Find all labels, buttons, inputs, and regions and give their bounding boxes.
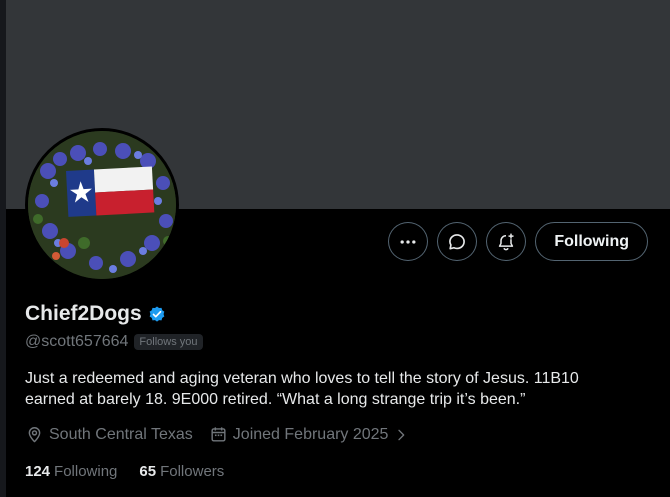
joined-item[interactable]: Joined February 2025 [209, 425, 410, 444]
profile-avatar[interactable] [25, 128, 179, 282]
following-count: 124 [25, 463, 51, 480]
profile-meta-row: South Central Texas Joined February 2025 [25, 425, 409, 444]
location-pin-icon [28, 427, 41, 443]
following-label: Following [54, 463, 118, 480]
profile-action-row: Following [388, 222, 648, 261]
bell-plus-icon [499, 233, 514, 250]
bio-line-1: Just a redeemed and aging veteran who lo… [25, 370, 579, 387]
followers-count: 65 [139, 463, 157, 480]
name-row: Chief2Dogs [25, 302, 167, 326]
message-button[interactable] [437, 222, 478, 261]
location-text: South Central Texas [49, 425, 193, 443]
follows-you-badge: Follows you [134, 334, 203, 350]
display-name: Chief2Dogs [25, 302, 142, 325]
following-button[interactable]: Following [535, 222, 648, 261]
followers-stat-link[interactable]: 65 Followers [139, 463, 224, 480]
avatar-image [28, 131, 176, 279]
profile-bio: Just a redeemed and aging veteran who lo… [25, 368, 635, 410]
calendar-icon [211, 427, 226, 442]
user-handle: @scott657664 [25, 333, 129, 350]
notifications-button[interactable] [486, 222, 527, 261]
joined-text: Joined February 2025 [232, 425, 389, 443]
handle-row: @scott657664 Follows you [25, 333, 203, 351]
bio-line-2: earned at barely 18. 9E000 retired. “Wha… [25, 391, 526, 408]
location-item: South Central Texas [25, 425, 193, 444]
message-bubble-icon [449, 233, 466, 249]
more-horizontal-icon [400, 239, 416, 244]
verified-badge-icon[interactable] [147, 304, 167, 324]
follow-stats-row: 124 Following 65 Followers [25, 463, 224, 480]
followers-label: Followers [160, 463, 225, 480]
more-button[interactable] [388, 222, 429, 261]
following-stat-link[interactable]: 124 Following [25, 463, 117, 480]
chevron-right-icon [398, 429, 405, 440]
